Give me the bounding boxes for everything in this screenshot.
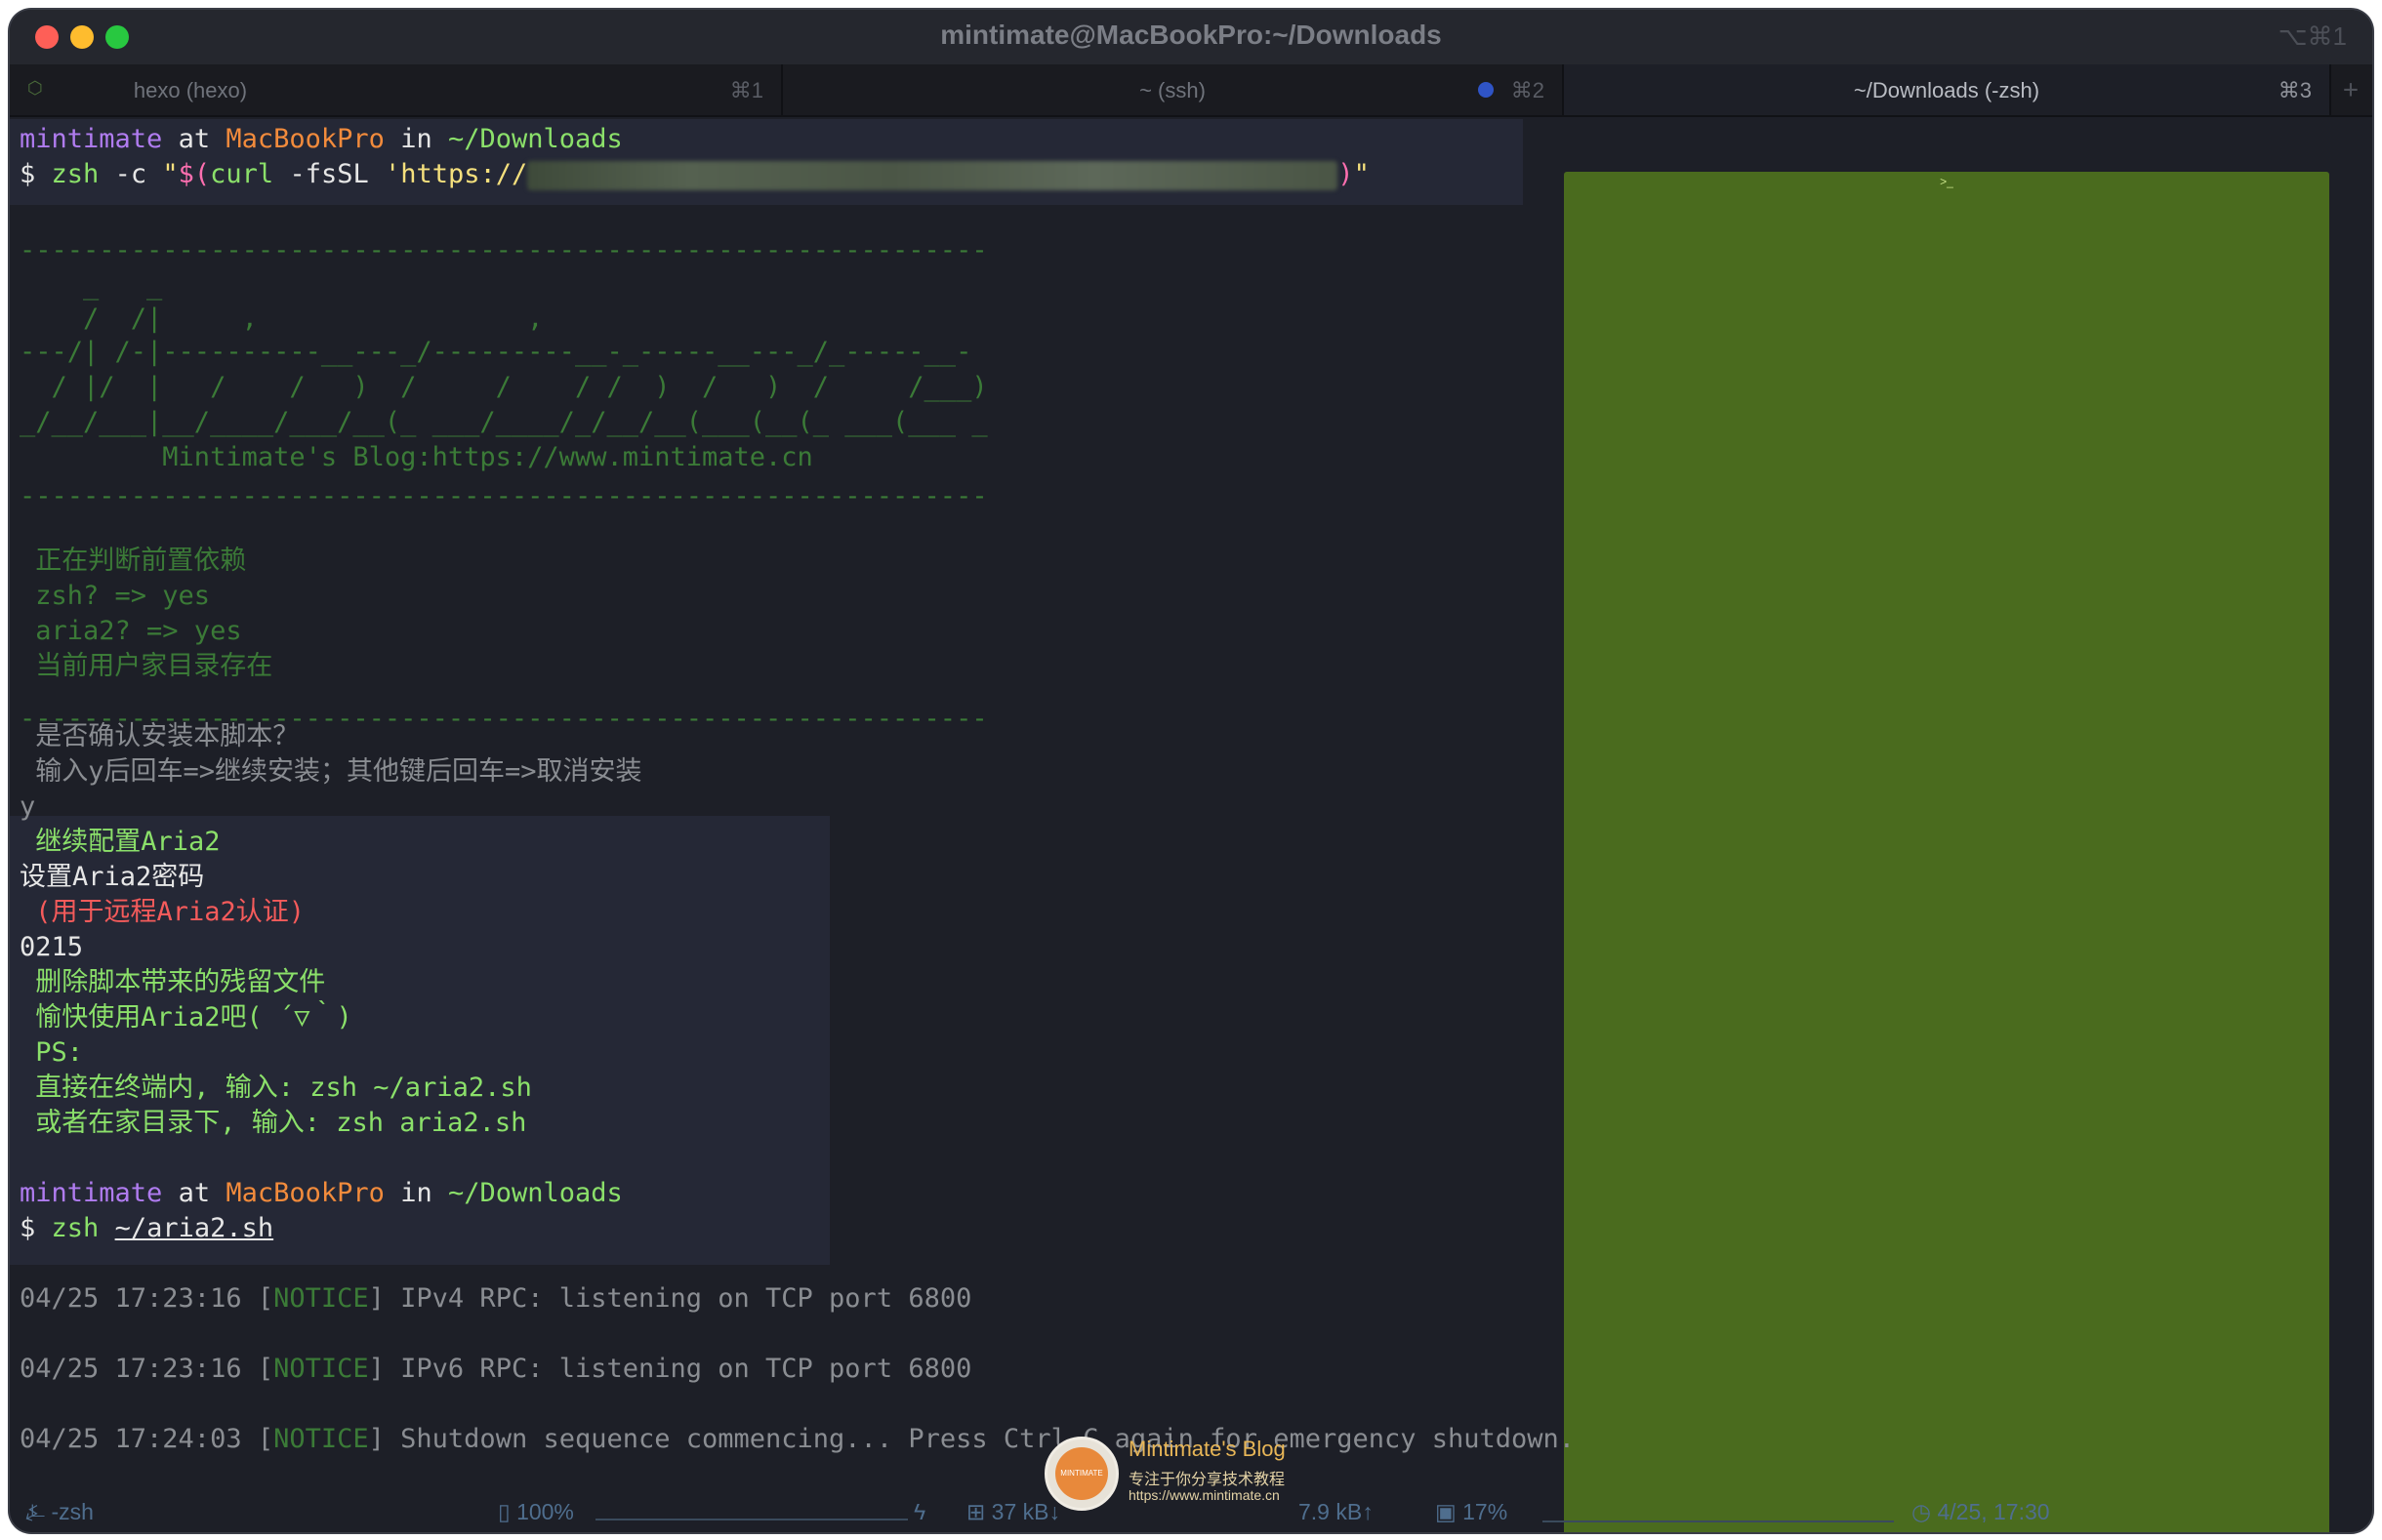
blog-watermark: MINTIMATE Mintimate's Blog 专注于你分享技术教程 ht… xyxy=(1045,1431,1337,1511)
battery-indicator: ▯ 100% xyxy=(498,1499,574,1524)
tab-shortcut: ⌘3 xyxy=(2278,78,2312,102)
banner-line: _ _ xyxy=(20,270,163,301)
watermark-url: https://www.mintimate.cn xyxy=(1129,1487,1280,1503)
window-shortcut: ⌥⌘1 xyxy=(2278,21,2347,51)
watermark-subtitle: 专注于你分享技术教程 xyxy=(1129,1470,1286,1488)
input-echo: y xyxy=(20,791,36,822)
command-line: $ zsh ~/aria2.sh xyxy=(20,1213,274,1243)
terminal-content[interactable]: mintimate at MacBookPro in ~/Downloads $… xyxy=(10,117,2372,1503)
check-line: aria2? => yes xyxy=(20,616,242,646)
tab-label: ~ (ssh) xyxy=(1139,78,1206,102)
prompt-line: mintimate at MacBookPro in ~/Downloads xyxy=(20,124,623,154)
tab-shortcut: ⌘2 xyxy=(1510,78,1544,102)
tab-downloads[interactable]: >_ ~/Downloads (-zsh) ⌘3 xyxy=(1564,64,2331,1532)
tab-shortcut: ⌘1 xyxy=(729,78,763,102)
output-line: 继续配置Aria2 xyxy=(20,827,221,857)
tab-label: hexo (hexo) xyxy=(133,78,248,102)
confirm-line: 输入y后回车=>继续安装；其他键后回车=>取消安装 xyxy=(20,756,642,787)
tab-bar: ⬡ hexo (hexo) ⌘1 ~ (ssh) ⌘2 >_ ~/Downloa… xyxy=(10,64,2372,1532)
shell-indicator: ⍼ -zsh xyxy=(25,1499,94,1524)
output-line: 设置Aria2密码 xyxy=(20,862,205,892)
activity-indicator-icon xyxy=(1478,82,1494,98)
separator-line: ----------------------------------------… xyxy=(20,235,988,265)
cpu-graph xyxy=(1542,1520,1894,1522)
output-line: 愉快使用Aria2吧( ´▽｀) xyxy=(20,1002,352,1033)
network-icon: ⊞ xyxy=(966,1499,986,1524)
output-line: 或者在家目录下, 输入: zsh aria2.sh xyxy=(20,1108,527,1138)
tab-ssh[interactable]: ~ (ssh) ⌘2 xyxy=(783,64,1564,115)
banner-line: Mintimate's Blog:https://www.mintimate.c… xyxy=(20,442,813,472)
output-line: 删除脚本带来的残留文件 xyxy=(20,967,326,997)
charging-icon: ϟ xyxy=(914,1499,926,1524)
banner-line: _/__/___|__/____/___/__(_ ___/____/_/__/… xyxy=(20,407,988,437)
log-line: 04/25 17:23:16 [NOTICE] IPv4 RPC: listen… xyxy=(20,1283,972,1314)
process-icon: ⍼ xyxy=(25,1499,46,1524)
check-line: zsh? => yes xyxy=(20,581,211,611)
cpu-indicator: ▣ 17% xyxy=(1435,1499,1508,1524)
clock-icon: ◷ xyxy=(1911,1499,1932,1524)
terminal-window: mintimate@MacBookPro:~/Downloads ⌥⌘1 ⬡ h… xyxy=(10,10,2372,1532)
command-line: $ zsh -c "$(curl -fsSL 'https://)" xyxy=(20,159,1370,190)
banner-line: / |/ | / / ) / / / / ) / ) / /___) xyxy=(20,372,988,402)
check-line: 当前用户家目录存在 xyxy=(20,651,273,681)
check-line: 正在判断前置依赖 xyxy=(20,546,247,576)
clock-indicator: ◷ 4/25, 17:30 xyxy=(1911,1499,2050,1524)
output-line: PS: xyxy=(20,1037,84,1068)
watermark-title: Mintimate's Blog xyxy=(1129,1437,1286,1461)
tab-label: ~/Downloads (-zsh) xyxy=(1853,78,2040,102)
battery-graph xyxy=(596,1519,908,1520)
separator-line: ----------------------------------------… xyxy=(20,481,988,511)
title-bar: mintimate@MacBookPro:~/Downloads ⌥⌘1 xyxy=(10,10,2372,64)
password-input: 0215 xyxy=(20,932,84,962)
battery-icon: ▯ xyxy=(498,1499,511,1524)
cpu-icon: ▣ xyxy=(1435,1499,1457,1524)
log-line: 04/25 17:24:03 [NOTICE] Shutdown sequenc… xyxy=(20,1424,1576,1454)
banner-line: ---/| /-|----------__---_/---------__-_-… xyxy=(20,337,972,367)
blog-logo: MINTIMATE xyxy=(1045,1437,1119,1511)
new-tab-button[interactable]: + xyxy=(2329,64,2372,115)
tab-hexo[interactable]: ⬡ hexo (hexo) ⌘1 xyxy=(10,64,783,115)
log-line: 04/25 17:23:16 [NOTICE] IPv6 RPC: listen… xyxy=(20,1354,972,1384)
output-line: (用于远程Aria2认证) xyxy=(20,897,306,927)
prompt-line: mintimate at MacBookPro in ~/Downloads xyxy=(20,1178,623,1208)
redacted-url xyxy=(527,160,1338,190)
output-line: 直接在终端内, 输入: zsh ~/aria2.sh xyxy=(20,1073,532,1103)
confirm-line: 是否确认安装本脚本？ xyxy=(20,721,300,751)
window-title: mintimate@MacBookPro:~/Downloads xyxy=(940,20,1442,50)
banner-line: / /| , , xyxy=(20,304,544,334)
